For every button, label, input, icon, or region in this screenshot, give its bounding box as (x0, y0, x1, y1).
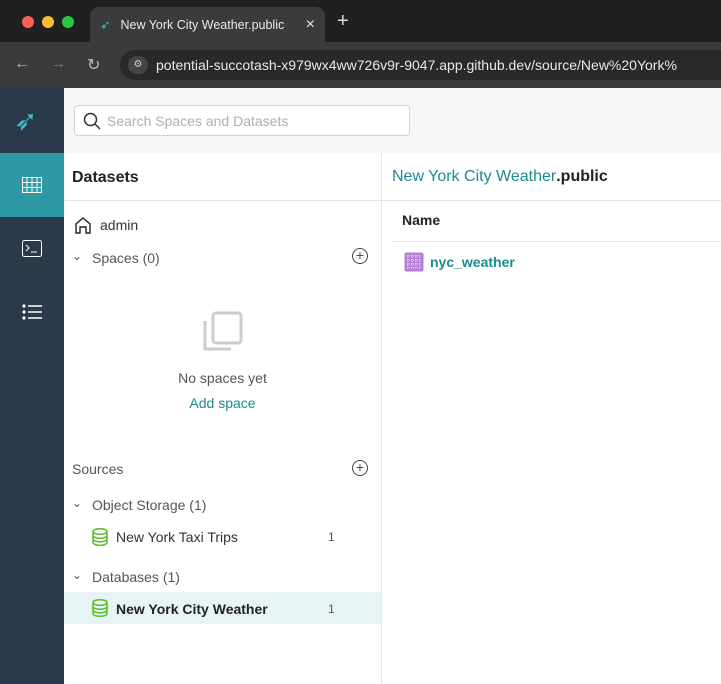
table-row[interactable]: nyc_weather (404, 252, 515, 272)
close-window-button[interactable] (22, 16, 34, 28)
table-dataset-icon (404, 252, 424, 272)
divider (64, 200, 381, 201)
sources-header: Sources (72, 461, 124, 477)
dataset-name-link[interactable]: nyc_weather (430, 254, 515, 270)
table-grid-icon (22, 177, 42, 193)
forward-icon[interactable]: → (50, 55, 66, 73)
breadcrumb-source[interactable]: New York City Weather (392, 168, 556, 185)
add-space-link[interactable]: Add space (64, 395, 381, 411)
app-nav: ➶ (0, 88, 64, 684)
database-icon (92, 528, 108, 546)
narwhal-favicon-icon: ➶ (100, 18, 111, 32)
narwhal-logo-icon[interactable]: ➶ (14, 104, 37, 137)
back-icon[interactable]: ← (14, 55, 30, 73)
source-name: New York City Weather (116, 601, 268, 617)
empty-spaces-text: No spaces yet (178, 370, 267, 386)
home-space-admin[interactable]: admin (74, 216, 138, 234)
breadcrumb: New York City Weather.public (392, 168, 608, 186)
source-name: New York Taxi Trips (116, 529, 238, 545)
minimize-window-button[interactable] (42, 16, 54, 28)
divider (382, 200, 721, 201)
site-settings-icon[interactable]: ⚙ (128, 56, 148, 74)
panel-title: Datasets (72, 169, 139, 186)
chevron-down-icon[interactable]: ⌄ (72, 249, 82, 263)
search-icon (83, 112, 101, 130)
home-label: admin (100, 217, 139, 233)
jobs-list-icon[interactable] (22, 304, 42, 320)
url-text: potential-succotash-x979wx4ww726v9r-9047… (156, 57, 677, 73)
browser-tab[interactable]: ➶ New York City Weather.public × (90, 7, 325, 42)
url-bar[interactable]: ⚙ potential-succotash-x979wx4ww726v9r-90… (120, 50, 721, 80)
chevron-down-icon[interactable]: ⌄ (72, 496, 82, 510)
source-count: 1 (328, 530, 335, 544)
databases-header[interactable]: Databases (1) (92, 569, 180, 585)
nav-datasets[interactable] (0, 153, 64, 217)
tab-title: New York City Weather.public (120, 17, 285, 32)
sql-console-icon[interactable] (22, 240, 42, 257)
empty-spaces-icon (203, 311, 243, 351)
maximize-window-button[interactable] (62, 16, 74, 28)
add-space-icon[interactable]: + (352, 248, 368, 264)
datasets-panel: Datasets admin ⌄ Spaces (0) + No spaces … (64, 153, 382, 684)
divider (392, 241, 721, 242)
home-icon (75, 217, 91, 234)
source-item-selected[interactable]: New York City Weather 1 (64, 592, 381, 624)
close-tab-icon[interactable]: × (306, 16, 315, 34)
browser-tab-bar: ➶ New York City Weather.public × + (0, 0, 721, 42)
breadcrumb-schema: .public (556, 168, 608, 185)
chevron-down-icon[interactable]: ⌄ (72, 568, 82, 582)
spaces-header[interactable]: Spaces (0) (92, 250, 160, 266)
source-item[interactable]: New York Taxi Trips 1 (64, 521, 381, 553)
source-count: 1 (328, 602, 335, 616)
add-source-icon[interactable]: + (352, 460, 368, 476)
object-storage-header[interactable]: Object Storage (1) (92, 497, 206, 513)
new-tab-button[interactable]: + (337, 10, 349, 33)
search-input[interactable]: Search Spaces and Datasets (74, 105, 410, 136)
column-header-name[interactable]: Name (402, 212, 440, 228)
reload-icon[interactable]: ↻ (87, 55, 100, 75)
database-icon (92, 599, 108, 617)
search-placeholder: Search Spaces and Datasets (107, 112, 289, 129)
